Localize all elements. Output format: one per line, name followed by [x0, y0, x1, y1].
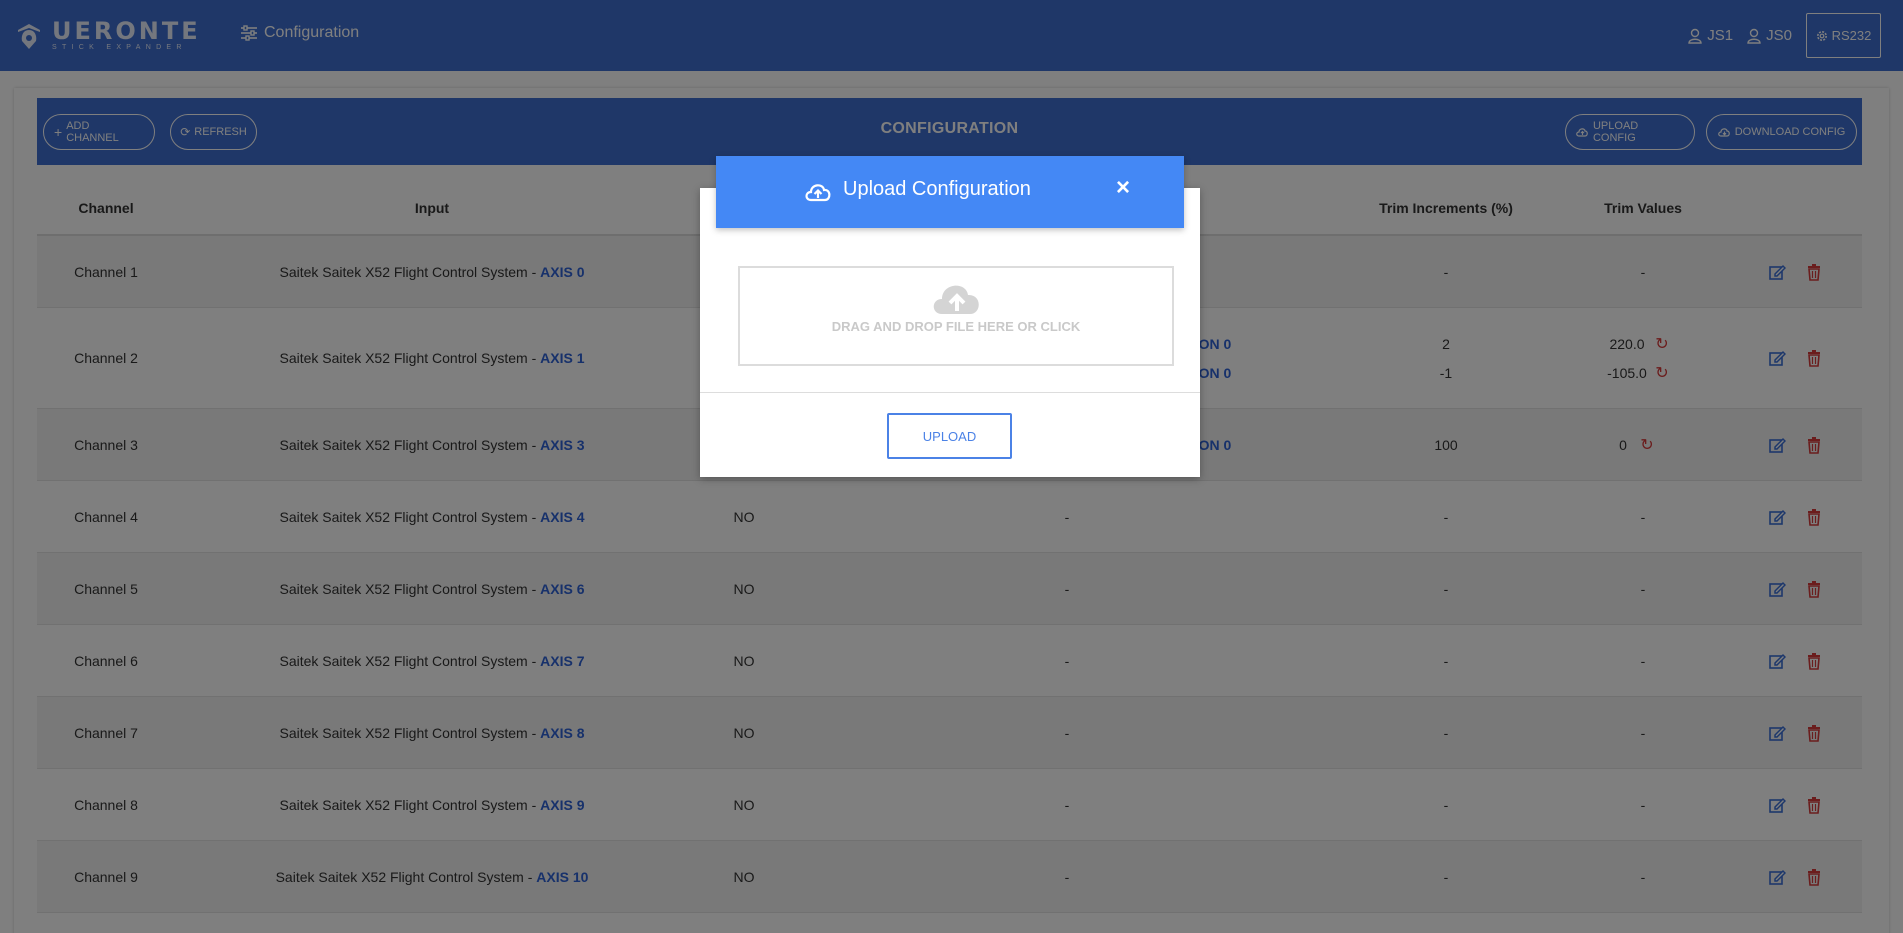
file-dropzone[interactable]: DRAG AND DROP FILE HERE OR CLICK: [738, 266, 1174, 366]
modal-title: Upload Configuration: [843, 178, 1031, 200]
cloud-upload-icon: [933, 285, 979, 314]
close-icon[interactable]: ×: [1116, 174, 1130, 202]
cloud-upload-icon: [805, 184, 831, 202]
upload-modal-header: Upload Configuration ×: [716, 156, 1184, 228]
upload-button[interactable]: UPLOAD: [887, 413, 1012, 459]
dropzone-text: DRAG AND DROP FILE HERE OR CLICK: [831, 319, 1081, 334]
modal-divider: [700, 392, 1200, 393]
